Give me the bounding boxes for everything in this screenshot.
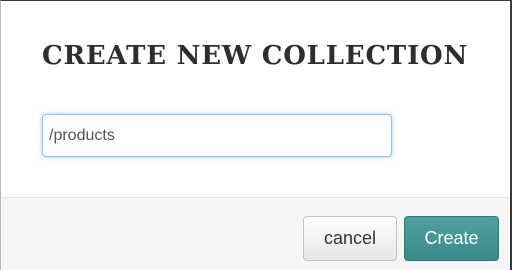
dialog-title: CREATE NEW COLLECTION xyxy=(42,41,469,71)
create-collection-dialog: CREATE NEW COLLECTION cancel Create xyxy=(0,0,512,270)
dialog-body: CREATE NEW COLLECTION xyxy=(1,1,510,197)
cancel-button[interactable]: cancel xyxy=(303,216,397,261)
create-button[interactable]: Create xyxy=(404,216,499,261)
collection-name-input[interactable] xyxy=(42,114,392,157)
dialog-footer: cancel Create xyxy=(1,197,510,270)
